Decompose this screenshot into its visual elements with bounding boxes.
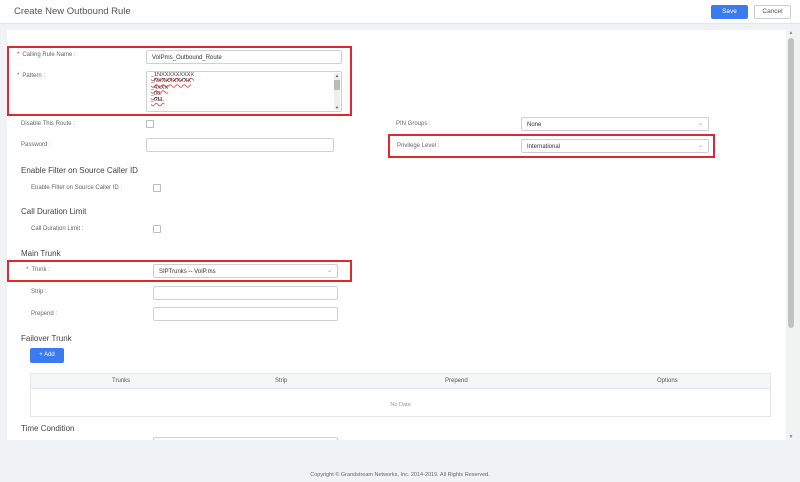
password-input[interactable]	[146, 138, 334, 152]
source-caller-section-title: Enable Filter on Source Caller ID	[21, 166, 138, 175]
call-duration-section-title: Call Duration Limit	[21, 207, 87, 216]
password-label: Password :	[21, 142, 51, 148]
scroll-down-icon[interactable]: ▼	[788, 434, 794, 440]
column-header-prepend: Prepend	[445, 378, 468, 384]
column-header-strip: Strip	[275, 378, 288, 384]
pin-groups-value: None	[527, 122, 542, 128]
highlight-box-privilege	[388, 134, 715, 158]
add-failover-trunk-button[interactable]: + Add	[30, 348, 64, 363]
time-condition-section-title: Time Condition	[21, 424, 75, 433]
prepend-input[interactable]	[153, 307, 338, 321]
prepend-label: Prepend :	[31, 311, 58, 317]
disable-route-label: Disable This Route :	[21, 121, 75, 127]
source-caller-filter-checkbox[interactable]	[153, 184, 161, 192]
header-bar: Create New Outbound Rule Save Cancel	[0, 0, 800, 24]
highlight-box-rule-name-pattern	[7, 46, 352, 116]
scroll-up-icon[interactable]: ▲	[788, 30, 794, 36]
page-title: Create New Outbound Rule	[14, 6, 131, 17]
chevron-down-icon: ⌄	[697, 121, 703, 127]
strip-label: Strip :	[31, 289, 47, 295]
pin-groups-label: PIN Groups :	[396, 121, 431, 127]
call-duration-label: Call Duration Limit :	[31, 226, 84, 232]
source-caller-filter-label: Enable Filter on Source Caller ID :	[31, 185, 123, 191]
call-duration-checkbox[interactable]	[153, 225, 161, 233]
column-header-options: Options	[657, 378, 678, 384]
page-scrollbar[interactable]: ▲ ▼	[787, 30, 795, 440]
form-card: * Calling Rule Name : VoIPms_Outbound_Rou…	[7, 30, 786, 440]
strip-input[interactable]	[153, 286, 338, 300]
table-header: Trunks Strip Prepend Options	[31, 374, 770, 389]
cancel-button[interactable]: Cancel	[754, 5, 791, 19]
failover-trunk-table: Trunks Strip Prepend Options No Data	[30, 373, 771, 417]
time-condition-input[interactable]	[153, 437, 338, 440]
footer-copyright: Copyright © Grandstream Networks, Inc. 2…	[310, 472, 490, 478]
page-scroll-thumb[interactable]	[788, 38, 794, 328]
empty-table-text: No Data	[390, 402, 411, 408]
column-header-trunks: Trunks	[112, 378, 131, 384]
main-trunk-section-title: Main Trunk	[21, 249, 61, 258]
save-button[interactable]: Save	[711, 5, 748, 19]
disable-route-checkbox[interactable]	[146, 120, 154, 128]
pin-groups-select[interactable]: None ⌄	[521, 117, 709, 131]
highlight-box-trunk	[7, 260, 352, 282]
failover-trunk-section-title: Failover Trunk	[21, 334, 72, 343]
